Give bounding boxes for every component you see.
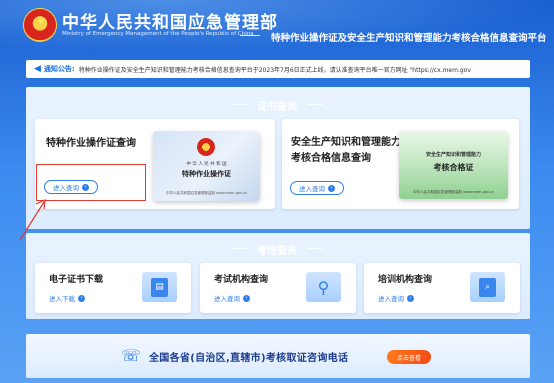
- consult-phone-text: 全国各省(自治区,直辖市)考核取证咨询电话: [149, 353, 349, 364]
- service-link-label: 进入查询: [378, 295, 404, 303]
- certificate-download-icon: ▤: [142, 272, 177, 302]
- arrow-right-icon: ›: [328, 184, 335, 192]
- section-line-right: [307, 248, 323, 249]
- button-label: 进入查询: [299, 185, 325, 193]
- service-card-exam-institution[interactable]: 考试机构查询 进入查询 › ⚲: [200, 263, 356, 313]
- service-link-label: 进入查询: [214, 295, 240, 303]
- cert-line-3: 中华人民共和国应急管理部监制 www.mem.gov.cn: [166, 191, 247, 195]
- arrow-right-icon: ›: [243, 294, 250, 302]
- service-link[interactable]: 进入下载 ›: [49, 293, 85, 303]
- cert-line-2: 特种作业操作证: [182, 170, 231, 178]
- platform-subtitle: 特种作业操作证及安全生产知识和管理能力考核合格信息查询平台: [271, 33, 547, 44]
- service-card-training-institution[interactable]: 培训机构查询 进入查询 › ⌕: [364, 263, 520, 313]
- site-title: 中华人民共和国应急管理部: [62, 13, 278, 33]
- title-divider: [240, 35, 260, 36]
- highlight-box: [36, 164, 146, 201]
- service-link[interactable]: 进入查询 ›: [214, 293, 250, 303]
- emblem-icon: [197, 138, 215, 156]
- cert-line-2: 考核合格证: [433, 163, 474, 172]
- section-line-right: [307, 104, 323, 105]
- cert-line-3: 中华人民共和国应急管理部监制 www.mem.gov.cn: [413, 190, 494, 194]
- cert-line-1: 中 华 人 民 共 和 国: [186, 162, 227, 167]
- arrow-right-icon: ›: [407, 294, 414, 302]
- notice-label: 通知公告:: [43, 65, 75, 73]
- magnifier-icon: ⚲: [306, 272, 341, 302]
- certificate-query-title: 证书查询: [257, 102, 297, 113]
- phone-icon: ☏: [121, 346, 142, 365]
- notice-text[interactable]: 特种作业操作证及安全生产知识和管理能力考核合格信息查询平台于2023年7月6日正…: [79, 65, 471, 74]
- cert-line-1: 安全生产知识和管理能力: [425, 152, 481, 158]
- search-document-icon: ⌕: [470, 272, 505, 302]
- site-title-english: Ministry of Emergency Management of the …: [62, 31, 254, 37]
- safety-knowledge-query-button[interactable]: 进入查询 ›: [290, 181, 344, 195]
- national-emblem-icon: [23, 8, 58, 42]
- card-title: 特种作业操作证查询: [46, 138, 136, 149]
- click-view-button[interactable]: 点击查看: [387, 350, 431, 364]
- view-button-label: 点击查看: [396, 354, 421, 362]
- announcement-icon: ◀: [34, 64, 41, 74]
- service-title: 培训机构查询: [378, 275, 433, 285]
- special-operation-certificate-image: 中 华 人 民 共 和 国 特种作业操作证 中华人民共和国应急管理部监制 www…: [153, 131, 260, 201]
- card-title: 安全生产知识和管理能力考核合格信息查询: [291, 137, 401, 164]
- service-title: 考试机构查询: [214, 275, 269, 285]
- service-title: 电子证书下载: [49, 275, 104, 285]
- service-link[interactable]: 进入查询 ›: [378, 293, 414, 303]
- service-link-label: 进入下载: [49, 295, 75, 303]
- service-card-certificate-download[interactable]: 电子证书下载 进入下载 › ▤: [35, 263, 191, 313]
- notice-bar[interactable]: ◀ 通知公告: 特种作业操作证及安全生产知识和管理能力考核合格信息查询平台于20…: [26, 60, 530, 78]
- exam-services-title: 考培服务: [257, 246, 297, 257]
- safety-certificate-image: 安全生产知识和管理能力 考核合格证 中华人民共和国应急管理部监制 www.mem…: [399, 131, 508, 199]
- arrow-right-icon: ›: [78, 294, 85, 302]
